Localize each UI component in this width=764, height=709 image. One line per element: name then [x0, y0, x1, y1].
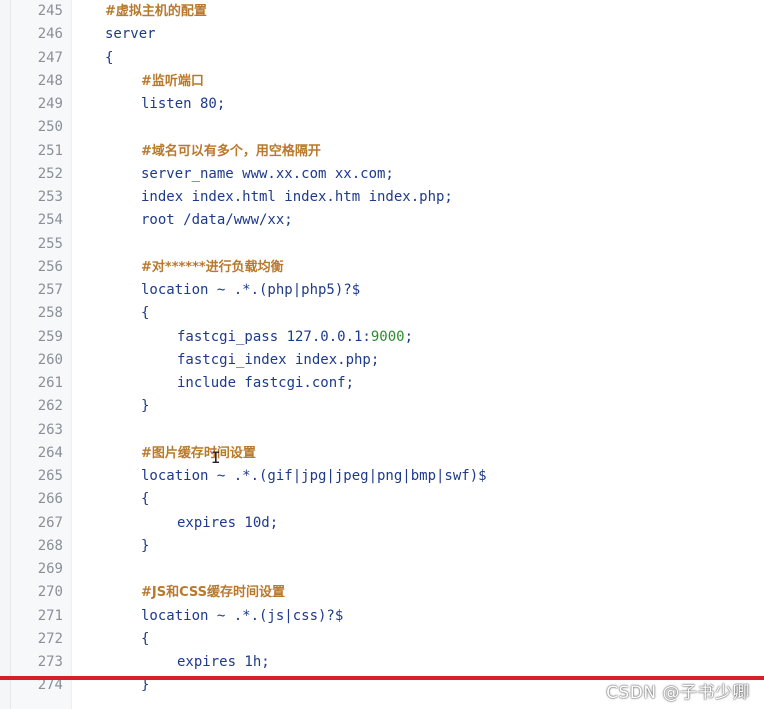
code-line[interactable]: 265 location ~ .*.(gif|jpg|jpeg|png|bmp|s…	[11, 465, 764, 488]
line-number: 268	[37, 537, 63, 554]
code-comment: #域名可以有多个，用空格隔开	[141, 143, 321, 159]
code-text: location ~ .*.(php|php5)?$	[141, 282, 361, 298]
text-cursor-icon: I	[211, 448, 221, 467]
code-comment: #监听端口	[141, 73, 204, 89]
code-text: location ~ .*.(js|css)?$	[141, 607, 344, 624]
line-number: 257	[37, 282, 63, 298]
line-number: 250	[37, 119, 63, 136]
code-line[interactable]: 245 #虚拟主机的配置	[11, 0, 764, 23]
code-text-part: fastcgi_pass 127.0.0.1:	[177, 328, 371, 345]
code-text: server_name www.xx.com xx.com;	[141, 165, 394, 182]
code-text: }	[141, 398, 150, 415]
code-line[interactable]: 262}	[11, 395, 764, 418]
code-text: {	[141, 305, 150, 322]
code-text: index index.html index.htm index.php;	[141, 189, 453, 205]
code-line[interactable]: 257 location ~ .*.(php|php5)?$	[11, 279, 764, 302]
code-line[interactable]: 271 location ~ .*.(js|css)?$	[11, 605, 764, 628]
code-line[interactable]: 246 server	[11, 23, 764, 46]
line-number: 251	[37, 142, 63, 159]
line-number: 265	[37, 468, 63, 484]
line-number: 263	[37, 421, 63, 438]
code-text: {	[141, 630, 150, 647]
code-line[interactable]: 253 index index.html index.htm index.php;	[11, 186, 764, 209]
code-line[interactable]: 267 expires 10d;	[11, 512, 764, 535]
code-text-part: ;	[404, 328, 414, 345]
code-line[interactable]: 264 #图片缓存时间设置	[11, 442, 764, 465]
code-line[interactable]: 251 #域名可以有多个，用空格隔开	[11, 140, 764, 163]
line-number: 259	[37, 328, 63, 345]
line-number: 258	[37, 305, 63, 322]
code-lines[interactable]: 245 #虚拟主机的配置 246 server 247 {248 #监听端口 249 liste…	[11, 0, 764, 698]
code-line[interactable]: 248 #监听端口	[11, 70, 764, 93]
code-text: expires 10d;	[177, 514, 279, 531]
code-line[interactable]: 249 listen 80;	[11, 93, 764, 116]
line-number: 260	[37, 351, 63, 368]
line-number: 252	[37, 165, 63, 182]
line-number: 273	[37, 654, 63, 670]
line-number: 269	[37, 561, 63, 577]
code-line[interactable]: 252 server_name www.xx.com xx.com;	[11, 163, 764, 186]
code-comment: #虚拟主机的配置	[105, 4, 207, 19]
port-number: 9000	[370, 328, 405, 345]
code-line[interactable]: 268}	[11, 535, 764, 558]
editor-left-border	[0, 0, 11, 709]
code-line[interactable]: 256 #对******进行负载均衡	[11, 256, 764, 279]
line-number: 266	[37, 491, 63, 508]
code-text: include fastcgi.conf;	[177, 375, 355, 391]
code-editor[interactable]: 245 #虚拟主机的配置 246 server 247 {248 #监听端口 249 liste…	[0, 0, 764, 709]
code-text: listen 80;	[141, 96, 226, 112]
code-text: fastcgi_pass 127.0.0.1:9000;	[177, 326, 413, 349]
line-number: 256	[37, 258, 63, 275]
line-number: 248	[37, 72, 63, 89]
line-number: 253	[37, 189, 63, 205]
line-number: 262	[37, 398, 63, 415]
line-number: 254	[37, 212, 63, 229]
code-comment: #图片缓存时间设置	[141, 445, 256, 461]
line-number: 270	[37, 584, 63, 601]
line-number: 271	[37, 607, 63, 624]
code-line[interactable]: 259 fastcgi_pass 127.0.0.1:9000;	[11, 326, 764, 349]
line-number: 245	[37, 3, 63, 19]
line-number: 246	[37, 26, 63, 43]
code-line[interactable]: 263	[11, 419, 764, 442]
watermark: CSDN @子书少卿	[606, 683, 750, 703]
code-comment: #对******进行负载均衡	[141, 259, 284, 275]
code-line[interactable]: 255	[11, 233, 764, 256]
code-text: server	[105, 26, 156, 43]
line-number: 249	[37, 96, 63, 112]
code-line[interactable]: 270 #JS和CSS缓存时间设置	[11, 581, 764, 604]
code-line[interactable]: 266 {	[11, 488, 764, 511]
code-line[interactable]: 254 root /data/www/xx;	[11, 209, 764, 232]
code-text: root /data/www/xx;	[141, 212, 293, 229]
line-number: 267	[37, 514, 63, 531]
code-line[interactable]: 269	[11, 558, 764, 581]
code-text: expires 1h;	[177, 654, 270, 670]
code-text: {	[141, 491, 150, 508]
code-line[interactable]: 272 {	[11, 628, 764, 651]
code-text: location ~ .*.(gif|jpg|jpeg|png|bmp|swf)…	[141, 468, 487, 484]
line-number: 261	[37, 375, 63, 391]
code-text: fastcgi_index index.php;	[177, 351, 380, 368]
code-text: {	[105, 49, 114, 66]
code-comment: #JS和CSS缓存时间设置	[141, 585, 286, 601]
code-line[interactable]: 258 {	[11, 302, 764, 325]
line-number: 255	[37, 235, 63, 252]
line-number: 264	[37, 444, 63, 461]
code-line[interactable]: 260 fastcgi_index index.php;	[11, 349, 764, 372]
code-line[interactable]: 273 expires 1h;	[11, 651, 764, 674]
code-line[interactable]: 261 include fastcgi.conf;	[11, 372, 764, 395]
line-number: 272	[37, 630, 63, 647]
line-number: 247	[37, 49, 63, 66]
code-text: }	[141, 537, 150, 554]
code-line[interactable]: 247 {	[11, 47, 764, 70]
code-line[interactable]: 250	[11, 116, 764, 139]
